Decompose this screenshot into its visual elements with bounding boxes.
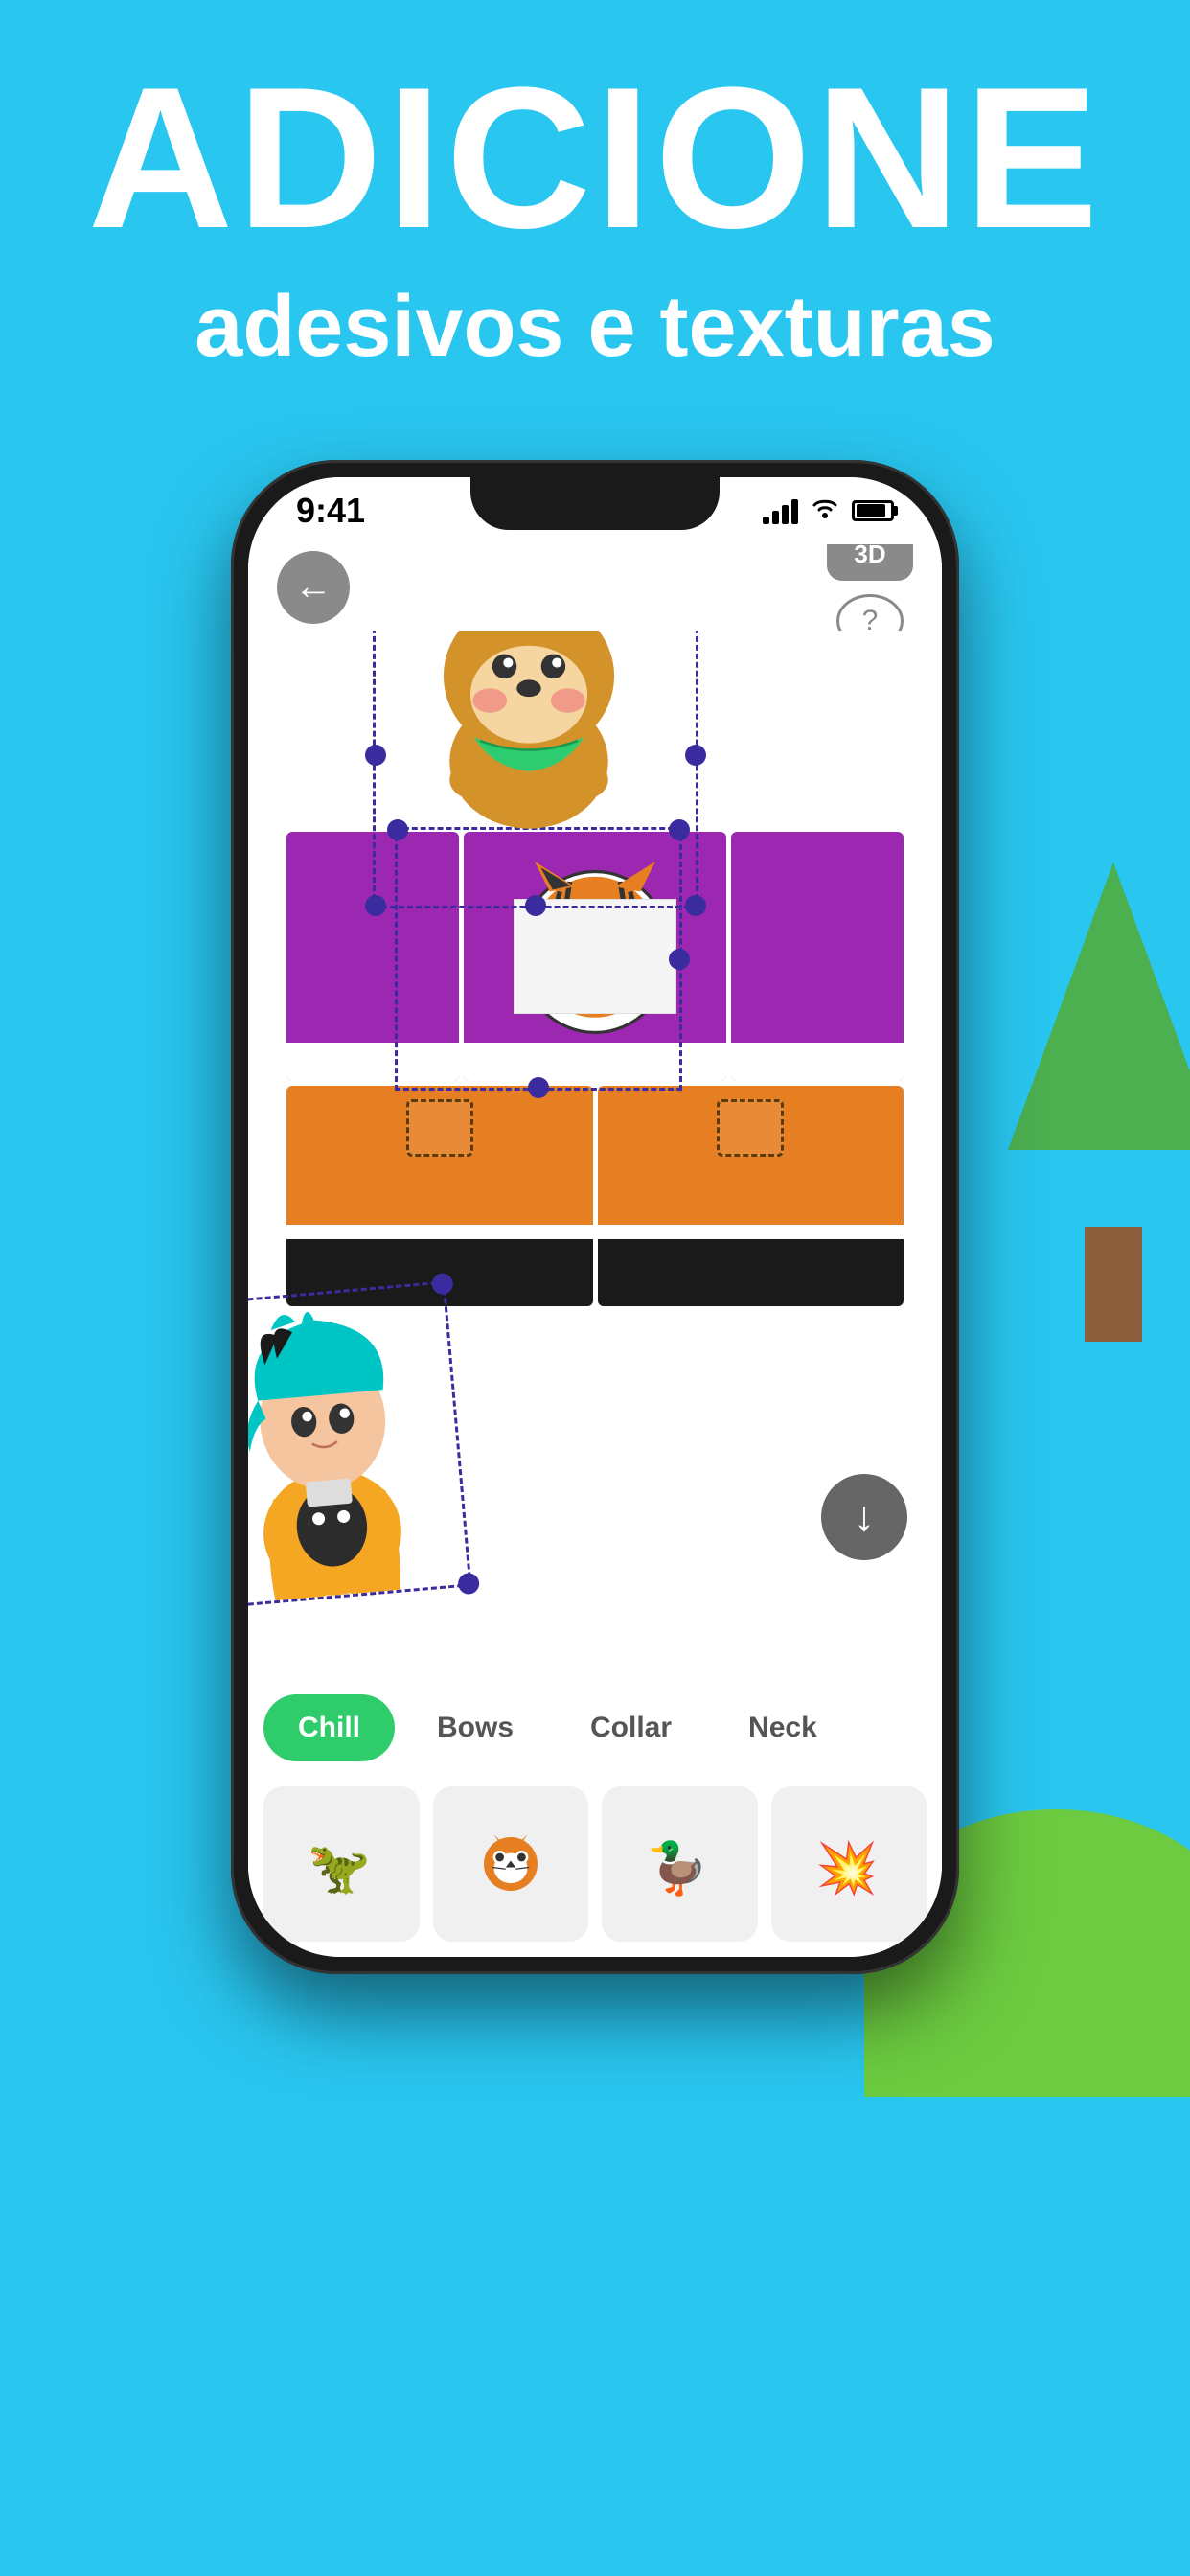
dog-sticker-selection[interactable] xyxy=(373,631,698,908)
anime-girl-svg xyxy=(248,1283,469,1606)
sticker-duck[interactable]: 🦆 xyxy=(602,1786,758,1943)
tree-trunk xyxy=(1085,1227,1142,1342)
svg-text:🦆: 🦆 xyxy=(646,1839,708,1898)
phone-outer: 9:41 xyxy=(231,460,959,1974)
back-arrow-icon: ← xyxy=(294,565,332,609)
sticker-grid: 🦖 xyxy=(248,1771,942,1958)
sticker-dinosaur[interactable]: 🦖 xyxy=(263,1786,420,1943)
status-notch xyxy=(470,477,720,530)
back-button[interactable]: ← xyxy=(277,551,350,624)
anime-handle-br[interactable] xyxy=(457,1572,480,1595)
download-icon: ↓ xyxy=(854,1493,875,1541)
header-title: ADICIONE xyxy=(0,58,1190,259)
dog-sticker-svg xyxy=(404,631,653,835)
pants-bottom-right xyxy=(598,1239,904,1306)
signal-bar-4 xyxy=(791,499,798,524)
dinosaur-icon: 🦖 xyxy=(308,1830,375,1898)
status-time: 9:41 xyxy=(296,491,365,531)
right-sleeve-white xyxy=(731,1043,904,1081)
handle-bottom-left[interactable] xyxy=(365,895,386,916)
status-bar: 9:41 xyxy=(248,477,942,544)
tab-collar[interactable]: Collar xyxy=(556,1694,706,1761)
bottom-tabs: Chill Bows Collar Neck xyxy=(248,1675,942,1771)
tab-neck[interactable]: Neck xyxy=(714,1694,852,1761)
handle-bottom-mid[interactable] xyxy=(525,895,546,916)
wifi-icon xyxy=(810,494,840,528)
duck-icon: 🦆 xyxy=(646,1830,713,1898)
header-section: ADICIONE adesivos e texturas xyxy=(0,58,1190,377)
sticker-tiger[interactable] xyxy=(433,1786,589,1943)
toolbar: ← 3D ? xyxy=(248,544,942,631)
tiger-face-icon xyxy=(477,1830,544,1898)
tree-top xyxy=(1008,862,1190,1150)
signal-bar-1 xyxy=(763,517,769,524)
handle-mid-left[interactable] xyxy=(365,745,386,766)
screen-inner: 9:41 xyxy=(248,477,942,1957)
download-button[interactable]: ↓ xyxy=(821,1474,907,1560)
signal-bar-2 xyxy=(772,511,779,524)
tab-bows[interactable]: Bows xyxy=(402,1694,548,1761)
anime-sticker-selection[interactable] xyxy=(248,1280,471,1609)
handle-bottom-right[interactable] xyxy=(685,895,706,916)
signal-bars xyxy=(763,497,798,524)
shirt-right-sleeve xyxy=(731,832,904,1081)
explosion-icon: 💥 xyxy=(815,1830,882,1898)
svg-text:💥: 💥 xyxy=(815,1839,878,1898)
pants-row xyxy=(286,1086,904,1306)
svg-text:🦖: 🦖 xyxy=(308,1840,370,1897)
tab-chill[interactable]: Chill xyxy=(263,1694,395,1761)
pants-pocket-right xyxy=(717,1099,784,1157)
pants-right xyxy=(598,1086,904,1306)
handle-mid-right[interactable] xyxy=(685,745,706,766)
status-icons xyxy=(763,494,894,528)
tree-decoration xyxy=(1008,862,1190,1342)
phone-wrapper: 9:41 xyxy=(231,460,959,1993)
battery-icon xyxy=(852,500,894,521)
shirt-handle-bm[interactable] xyxy=(528,1077,549,1098)
canvas-area: ↓ xyxy=(248,631,942,1675)
battery-fill xyxy=(857,504,885,518)
pants-pocket-left xyxy=(406,1099,473,1157)
shirt-handle-mr[interactable] xyxy=(669,949,690,970)
phone-screen: 9:41 xyxy=(248,477,942,1957)
signal-bar-3 xyxy=(782,505,789,524)
header-subtitle: adesivos e texturas xyxy=(0,278,1190,377)
sticker-explosion[interactable]: 💥 xyxy=(771,1786,927,1943)
